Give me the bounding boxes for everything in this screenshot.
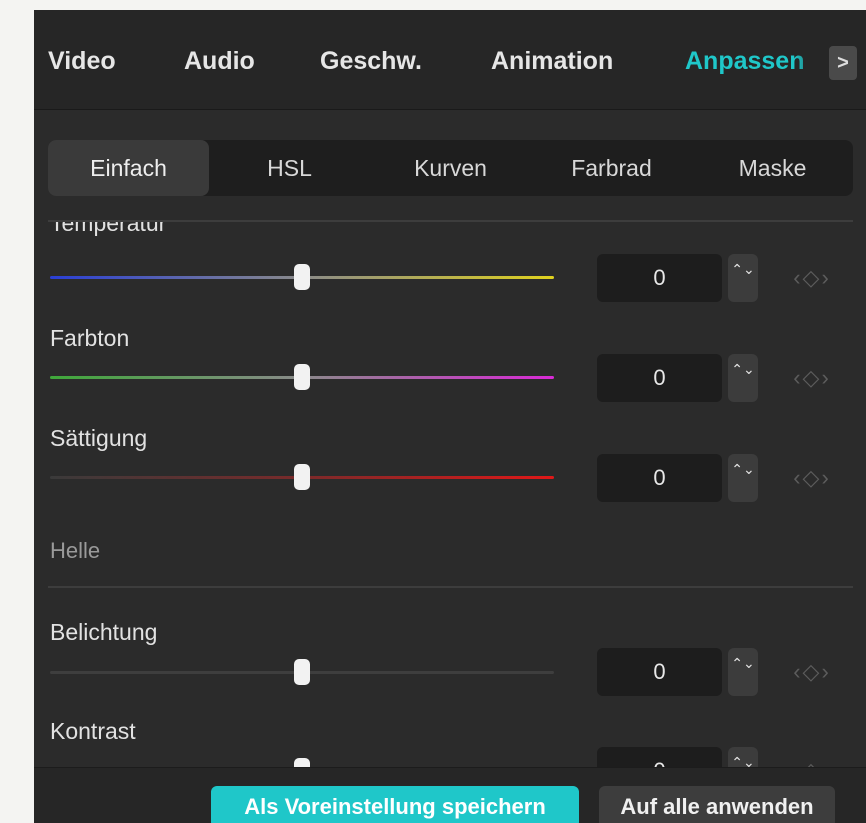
keyframe-diamond-icon[interactable]: ‹◇›	[772, 354, 852, 402]
keyframe-diamond-icon[interactable]: ‹◇›	[772, 454, 852, 502]
stepper-icon[interactable]: ⌃⌄	[728, 254, 758, 302]
saturation-value[interactable]: 0	[597, 454, 722, 502]
tab-animation[interactable]: Animation	[491, 47, 613, 76]
adjust-subtab-bar: Einfach HSL Kurven Farbrad Maske	[48, 140, 853, 196]
stepper-icon[interactable]: ⌃⌄	[728, 747, 758, 767]
contrast-value[interactable]: 0	[597, 747, 722, 767]
footer-bar: Als Voreinstellung speichern Auf alle an…	[34, 767, 866, 823]
hue-slider-thumb[interactable]	[294, 364, 310, 390]
category-tab-bar: Video Audio Geschw. Animation Anpassen >	[34, 10, 866, 110]
hue-value[interactable]: 0	[597, 354, 722, 402]
exposure-slider-thumb[interactable]	[294, 659, 310, 685]
keyframe-diamond-icon[interactable]: ‹◇›	[772, 747, 852, 767]
subtab-curves[interactable]: Kurven	[370, 140, 531, 196]
section-brightness-label: Helle	[50, 538, 101, 563]
contrast-slider-thumb[interactable]	[294, 758, 310, 767]
saturation-slider-thumb[interactable]	[294, 464, 310, 490]
tab-speed[interactable]: Geschw.	[320, 47, 422, 76]
exposure-value[interactable]: 0	[597, 648, 722, 696]
subtab-mask[interactable]: Maske	[692, 140, 853, 196]
temperature-label: Temperatur	[50, 222, 167, 236]
hue-label: Farbton	[50, 325, 130, 351]
keyframe-diamond-icon[interactable]: ‹◇›	[772, 254, 852, 302]
subtab-color-wheel[interactable]: Farbrad	[531, 140, 692, 196]
stepper-icon[interactable]: ⌃⌄	[728, 648, 758, 696]
tab-overflow-fade	[794, 30, 829, 100]
saturation-label: Sättigung	[50, 425, 148, 451]
section-divider	[48, 586, 853, 588]
tab-video[interactable]: Video	[48, 47, 116, 76]
exposure-label: Belichtung	[50, 619, 158, 645]
tab-audio[interactable]: Audio	[184, 47, 255, 76]
controls-scroll-area[interactable]: Temperatur 0 ⌃⌄ ‹◇› Farbton 0 ⌃⌄ ‹◇› Sät…	[34, 222, 866, 767]
chevron-right-icon[interactable]: >	[829, 46, 857, 80]
stepper-icon[interactable]: ⌃⌄	[728, 354, 758, 402]
apply-all-button[interactable]: Auf alle anwenden	[599, 786, 835, 823]
subtab-hsl[interactable]: HSL	[209, 140, 370, 196]
tab-adjust[interactable]: Anpassen	[685, 47, 804, 76]
temperature-value[interactable]: 0	[597, 254, 722, 302]
subtab-basic[interactable]: Einfach	[48, 140, 209, 196]
temperature-slider-thumb[interactable]	[294, 264, 310, 290]
contrast-label: Kontrast	[50, 718, 136, 744]
save-preset-button[interactable]: Als Voreinstellung speichern	[211, 786, 579, 823]
keyframe-diamond-icon[interactable]: ‹◇›	[772, 648, 852, 696]
adjust-panel: Video Audio Geschw. Animation Anpassen >…	[34, 10, 866, 823]
stepper-icon[interactable]: ⌃⌄	[728, 454, 758, 502]
